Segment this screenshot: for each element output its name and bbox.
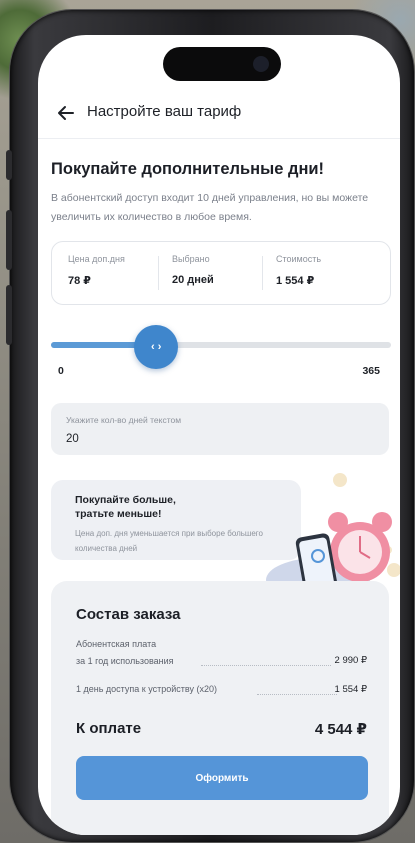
phone-side-button xyxy=(6,210,12,270)
promo-text: Цена доп. дня уменьшается при выборе бол… xyxy=(75,529,263,553)
section-heading: Покупайте дополнительные дни! xyxy=(51,160,325,178)
stat-value: 1 554 ₽ xyxy=(276,275,315,287)
phone-side-button xyxy=(6,285,12,345)
stat-label: Цена доп.дня xyxy=(68,254,125,264)
stat-value: 78 ₽ xyxy=(68,275,91,287)
promo-banner: Покупайте больше, тратьте меньше! Цена д… xyxy=(51,480,301,560)
order-item-label: 1 день доступа к устройству (x20) xyxy=(76,684,217,694)
order-item-price: 1 554 ₽ xyxy=(334,684,367,695)
slider-min-label: 0 xyxy=(58,365,64,377)
arrow-left-icon[interactable] xyxy=(55,102,77,124)
phone-side-button xyxy=(6,150,12,180)
chevrons-left-right-icon: ‹ › xyxy=(151,341,162,353)
total-label: К оплате xyxy=(76,720,142,737)
order-summary: Состав заказа Абонентская плата за 1 год… xyxy=(51,581,389,835)
days-input[interactable]: Укажите кол-во дней текстом 20 xyxy=(51,403,389,455)
page-title: Настройте ваш тариф xyxy=(87,103,242,120)
total-value: 4 544 ₽ xyxy=(314,721,367,738)
stat-label: Выбрано xyxy=(172,254,210,264)
order-title: Состав заказа xyxy=(76,606,181,623)
stat-day-price: Цена доп.дня 78 ₽ xyxy=(68,254,125,287)
slider-handle[interactable]: ‹ › xyxy=(134,325,179,369)
stat-value: 20 дней xyxy=(172,274,214,286)
order-item-label-line: Абонентская плата xyxy=(76,639,157,649)
checkout-button[interactable]: Оформить xyxy=(76,756,368,800)
dynamic-island xyxy=(163,47,281,81)
order-item-price: 2 990 ₽ xyxy=(334,655,367,666)
stat-cost: Стоимость 1 554 ₽ xyxy=(276,254,321,287)
promo-title: Покупайте больше, тратьте меньше! xyxy=(75,494,176,520)
top-bar: Настройте ваш тариф xyxy=(38,90,400,139)
app-screen: Настройте ваш тариф Покупайте дополнител… xyxy=(38,35,400,835)
order-item-label-line: за 1 год использования xyxy=(76,656,174,666)
divider xyxy=(158,256,159,290)
dotted-leader xyxy=(257,694,337,695)
divider xyxy=(262,256,263,290)
dotted-leader xyxy=(201,665,331,666)
phone-frame: Настройте ваш тариф Покупайте дополнител… xyxy=(6,10,414,842)
stat-selected: Выбрано 20 дней xyxy=(172,254,214,286)
days-input-label: Укажите кол-во дней текстом xyxy=(66,415,182,425)
slider-max-label: 365 xyxy=(362,365,380,377)
days-slider[interactable]: ‹ › xyxy=(51,325,391,369)
stat-label: Стоимость xyxy=(276,254,322,264)
section-description: В абонентский доступ входит 10 дней упра… xyxy=(51,192,369,223)
camera-icon xyxy=(253,56,269,72)
order-item-label: Абонентская плата за 1 год использования xyxy=(76,636,174,670)
days-input-value[interactable]: 20 xyxy=(66,433,79,445)
tariff-summary-card: Цена доп.дня 78 ₽ Выбрано 20 дней Стоимо… xyxy=(51,241,391,305)
